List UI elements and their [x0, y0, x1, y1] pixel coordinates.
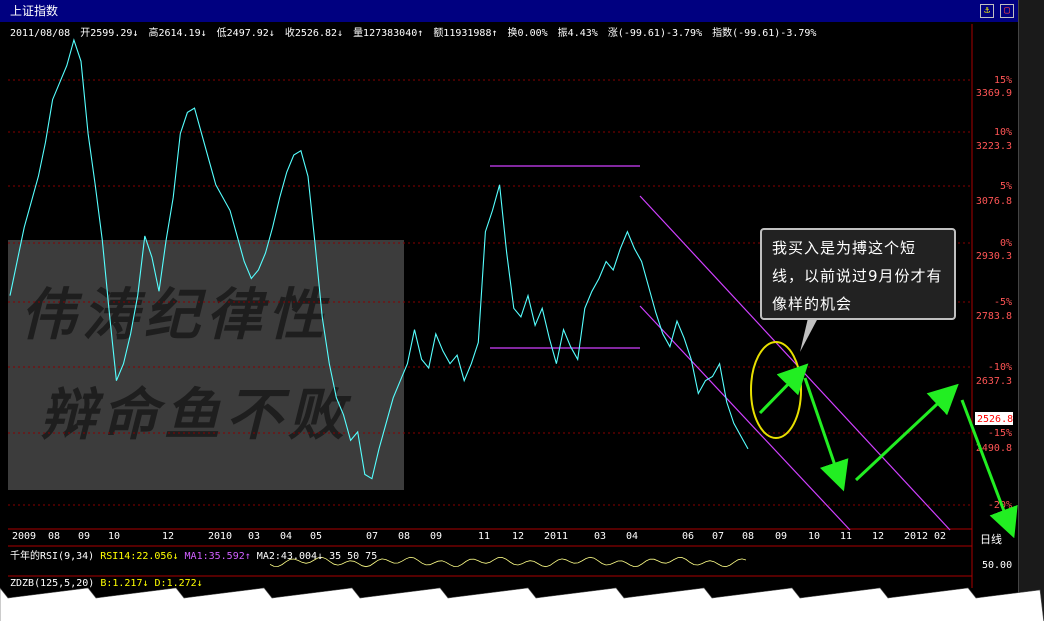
y-axis-ticks: 15%10%5%0%-5%-10%-15%-20%3369.93223.3307…: [976, 75, 1012, 511]
x-axis-month-label: 08: [48, 531, 61, 542]
y-pct-label: 10%: [994, 127, 1012, 138]
y-price-label: 3076.8: [976, 196, 1012, 207]
price-line: [9, 38, 749, 480]
x-axis-labels: 2009 08 09 10 12 2010 03 04 05 07 08 09 11 12 2011 03 04…: [0, 531, 980, 545]
y-price-label: 2637.3: [976, 376, 1012, 387]
x-axis-month-label: 03: [594, 531, 607, 542]
x-axis-month-label: 12: [162, 531, 175, 542]
y-pct-label: -10%: [988, 362, 1012, 373]
y-pct-label: 5%: [1000, 181, 1012, 192]
x-axis-month-label: 04: [280, 531, 293, 542]
x-axis-month-label: 09: [78, 531, 91, 542]
rsi-axis-value: 50.00: [982, 560, 1013, 571]
x-axis-month-label: 03: [248, 531, 261, 542]
arrow-up-1: [758, 363, 809, 415]
x-axis-month-label: 12: [512, 531, 525, 542]
rsi-indicator-legend: 千年的RSI(9,34) RSI14:22.056↓ MA1:35.592↑ M…: [10, 547, 377, 562]
rsi-levels: 35 50 75: [329, 551, 378, 562]
x-axis-month-label: 05: [310, 531, 323, 542]
chart-window: { "window": { "title": "上证指数" }, "info_b…: [0, 0, 1044, 621]
x-axis-month-label: 09: [775, 531, 788, 542]
y-pct-label: 0%: [1000, 238, 1012, 249]
period-label[interactable]: 日线: [980, 531, 1002, 547]
rsi-name: 千年的RSI(9,34): [10, 551, 95, 562]
torn-edge: [0, 587, 1044, 621]
highlight-ellipse: [750, 341, 802, 439]
x-axis-month-label: 06: [682, 531, 695, 542]
x-axis-month-label: 11: [840, 531, 853, 542]
y-price-label: 2783.8: [976, 311, 1012, 322]
rsi-value: RSI14:22.056↓: [100, 551, 179, 562]
x-axis-month-label: 08: [742, 531, 755, 542]
y-price-label: 3223.3: [976, 141, 1012, 152]
x-axis-month-label: 2011: [544, 531, 569, 542]
x-axis-month-label: 07: [712, 531, 725, 542]
x-axis-month-label: 2010: [208, 531, 233, 542]
y-pct-label: -5%: [994, 297, 1012, 308]
x-axis-month-label: 08: [398, 531, 411, 542]
x-axis-month-label: 02: [934, 531, 947, 542]
y-price-label: 3369.9: [976, 88, 1012, 99]
y-pct-label: 15%: [994, 75, 1012, 86]
x-axis-month-label: 09: [430, 531, 443, 542]
x-axis-month-label: 11: [478, 531, 491, 542]
x-axis-month-label: 12: [872, 531, 885, 542]
current-price-label: 2526.8: [977, 414, 1013, 425]
annotation-bubble: 我买入是为搏这个短线，以前说过9月份才有像样的机会: [760, 228, 956, 320]
x-axis-month-label: 2012: [904, 531, 929, 542]
x-axis-month-label: 2009: [12, 531, 37, 542]
rsi-ma1: MA1:35.592↑: [184, 551, 251, 562]
x-axis-month-label: 07: [366, 531, 379, 542]
x-axis-month-label: 10: [108, 531, 121, 542]
rsi-ma2: MA2:43.004↓: [256, 551, 324, 562]
x-axis-month-label: 10: [808, 531, 821, 542]
side-toolbar[interactable]: [1018, 0, 1044, 621]
arrow-up-2: [854, 383, 959, 482]
x-axis-month-label: 04: [626, 531, 639, 542]
y-price-label: 2930.3: [976, 251, 1012, 262]
bubble-pointer: [800, 318, 818, 352]
y-pct-label: -15%: [988, 428, 1012, 439]
